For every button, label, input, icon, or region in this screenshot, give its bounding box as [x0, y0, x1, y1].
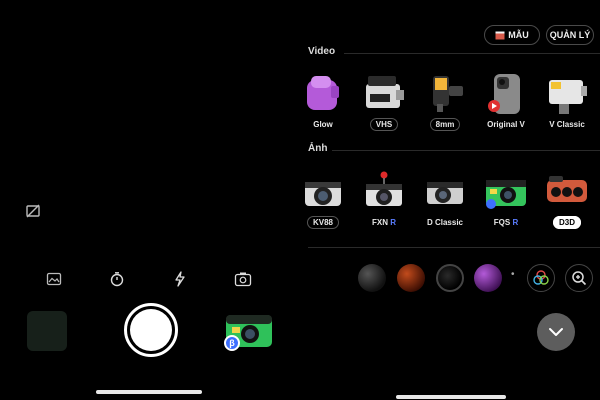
- camera-picker: MẪU QUẢN LÝ Video Glow VHS 8mm Original …: [300, 0, 600, 400]
- current-camera-button[interactable]: β: [224, 309, 274, 353]
- camera-item-v-classic[interactable]: V Classic: [537, 72, 597, 142]
- rgb-circles-icon: [533, 270, 549, 285]
- zoom-in-icon: [572, 271, 587, 286]
- vhs-camera-icon: [366, 76, 404, 108]
- camera-screen: β: [0, 0, 300, 400]
- item-label: 8mm: [415, 118, 475, 131]
- d3d-camera-icon: [547, 176, 587, 202]
- collapse-picker-button[interactable]: [537, 313, 575, 351]
- chevron-down-icon: [549, 328, 563, 336]
- item-label: D3D: [537, 216, 597, 229]
- timer-icon[interactable]: [106, 268, 128, 290]
- item-label: FXN R: [371, 218, 396, 227]
- v-classic-camera-icon: [549, 80, 587, 114]
- camera-item-fxn[interactable]: FXN R: [354, 170, 414, 240]
- store-button[interactable]: MẪU: [484, 25, 540, 45]
- zoom-button[interactable]: [565, 264, 593, 292]
- glow-camera-icon: [307, 76, 339, 110]
- camera-item-d3d[interactable]: D3D: [537, 170, 597, 240]
- section-divider: [332, 150, 600, 151]
- item-label: KV88: [293, 216, 353, 229]
- flip-camera-icon[interactable]: [232, 268, 254, 290]
- kv88-camera-icon: [305, 182, 341, 206]
- shutter-inner: [130, 309, 172, 351]
- flash-icon[interactable]: [169, 268, 191, 290]
- fxn-camera-icon: [366, 171, 402, 206]
- shop-icon: [495, 31, 505, 39]
- section-divider: [308, 247, 600, 248]
- filter-dark-lens[interactable]: [358, 264, 386, 292]
- home-indicator: [396, 395, 506, 399]
- original-v-camera-icon: [488, 74, 520, 114]
- manage-button[interactable]: QUẢN LÝ: [546, 25, 594, 45]
- video-section-label: Video: [308, 46, 336, 57]
- item-label: Glow: [313, 120, 333, 129]
- home-indicator: [96, 390, 202, 394]
- item-label: Original V: [487, 120, 525, 129]
- item-label: V Classic: [549, 120, 585, 129]
- manage-button-label: QUẢN LÝ: [549, 30, 591, 40]
- camera-item-kv88[interactable]: KV88: [293, 170, 353, 240]
- shutter-button[interactable]: [124, 303, 178, 357]
- 8mm-camera-icon: [433, 76, 463, 112]
- d-classic-camera-icon: [427, 182, 463, 204]
- last-photo-thumbnail[interactable]: [27, 311, 67, 351]
- item-label: FQS R: [493, 218, 519, 227]
- color-filter-button[interactable]: [527, 264, 555, 292]
- camera-item-original-v[interactable]: Original V: [476, 72, 536, 142]
- fqs-camera-icon: [486, 180, 526, 209]
- section-divider: [344, 53, 600, 54]
- filter-clear-lens[interactable]: [436, 264, 464, 292]
- camera-item-8mm[interactable]: 8mm: [415, 72, 475, 142]
- camera-item-d-classic[interactable]: D Classic: [415, 170, 475, 240]
- store-button-label: MẪU: [508, 30, 529, 40]
- item-label: D Classic: [426, 218, 464, 227]
- photo-section-label: Ảnh: [308, 143, 328, 154]
- gallery-edit-icon[interactable]: [43, 268, 65, 290]
- item-label: VHS: [354, 118, 414, 131]
- camera-item-vhs[interactable]: VHS: [354, 72, 414, 142]
- camera-item-glow[interactable]: Glow: [293, 72, 353, 142]
- filter-purple-lens[interactable]: [474, 264, 502, 292]
- beta-badge: β: [224, 335, 240, 351]
- filter-red-lens[interactable]: [397, 264, 425, 292]
- frame-off-icon[interactable]: [22, 200, 44, 222]
- filter-separator-dot: •: [511, 269, 515, 280]
- camera-item-fqs[interactable]: FQS R: [476, 170, 536, 240]
